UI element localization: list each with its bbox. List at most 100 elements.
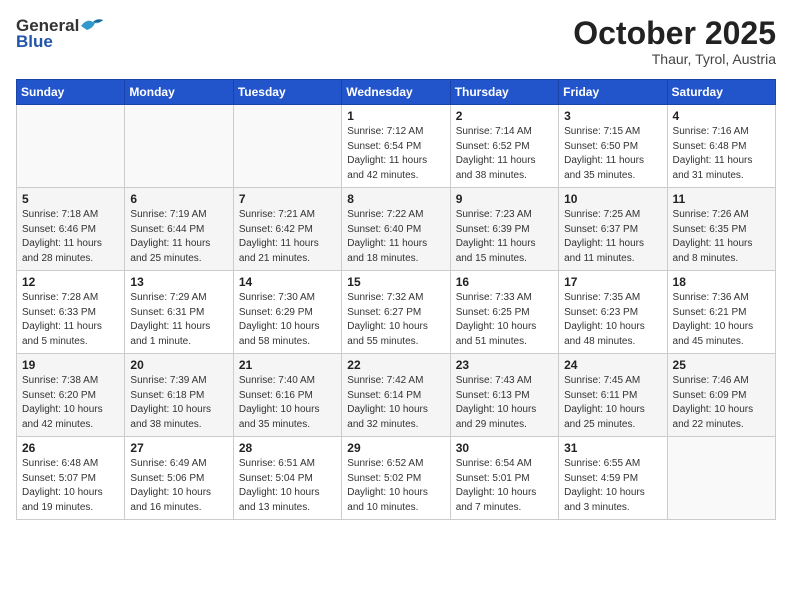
day-cell-1-1: 6 Sunrise: 7:19 AM Sunset: 6:44 PM Daylig… (125, 188, 233, 271)
week-row-1: 1 Sunrise: 7:12 AM Sunset: 6:54 PM Daylig… (17, 105, 776, 188)
day-cell-0-2 (233, 105, 341, 188)
day-info: Sunrise: 7:12 AM Sunset: 6:54 PM Dayligh… (347, 125, 444, 183)
day-number: 3 (564, 109, 661, 123)
day-info: Sunrise: 7:46 AM Sunset: 6:09 PM Dayligh… (673, 374, 770, 432)
day-info: Sunrise: 7:28 AM Sunset: 6:33 PM Dayligh… (22, 291, 119, 349)
day-number: 30 (456, 441, 553, 455)
day-cell-4-3: 29 Sunrise: 6:52 AM Sunset: 5:02 PM Dayli… (342, 437, 450, 520)
day-info: Sunrise: 6:49 AM Sunset: 5:06 PM Dayligh… (130, 457, 227, 515)
day-number: 13 (130, 275, 227, 289)
day-cell-3-0: 19Sunrise: 7:38 AM Sunset: 6:20 PM Dayli… (17, 354, 125, 437)
day-info: Sunrise: 7:33 AM Sunset: 6:25 PM Dayligh… (456, 291, 553, 349)
day-number: 18 (673, 275, 770, 289)
weekday-header-row: Sunday Monday Tuesday Wednesday Thursday… (17, 80, 776, 105)
day-cell-4-0: 26 Sunrise: 6:48 AM Sunset: 5:07 PM Dayli… (17, 437, 125, 520)
day-info: Sunrise: 7:32 AM Sunset: 6:27 PM Dayligh… (347, 291, 444, 349)
day-cell-0-4: 2 Sunrise: 7:14 AM Sunset: 6:52 PM Daylig… (450, 105, 558, 188)
week-row-5: 26 Sunrise: 6:48 AM Sunset: 5:07 PM Dayli… (17, 437, 776, 520)
day-info: Sunrise: 7:39 AM Sunset: 6:18 PM Dayligh… (130, 374, 227, 432)
day-number: 2 (456, 109, 553, 123)
day-info: Sunrise: 7:26 AM Sunset: 6:35 PM Dayligh… (673, 208, 770, 266)
day-info: Sunrise: 7:18 AM Sunset: 6:46 PM Dayligh… (22, 208, 119, 266)
day-number: 24 (564, 358, 661, 372)
title-area: October 2025 Thaur, Tyrol, Austria (573, 16, 776, 67)
day-number: 12 (22, 275, 119, 289)
header-saturday: Saturday (667, 80, 775, 105)
day-info: Sunrise: 7:45 AM Sunset: 6:11 PM Dayligh… (564, 374, 661, 432)
day-cell-0-3: 1 Sunrise: 7:12 AM Sunset: 6:54 PM Daylig… (342, 105, 450, 188)
day-number: 31 (564, 441, 661, 455)
day-cell-4-6 (667, 437, 775, 520)
day-number: 6 (130, 192, 227, 206)
day-info: Sunrise: 6:51 AM Sunset: 5:04 PM Dayligh… (239, 457, 336, 515)
day-info: Sunrise: 7:23 AM Sunset: 6:39 PM Dayligh… (456, 208, 553, 266)
day-info: Sunrise: 7:29 AM Sunset: 6:31 PM Dayligh… (130, 291, 227, 349)
day-info: Sunrise: 7:35 AM Sunset: 6:23 PM Dayligh… (564, 291, 661, 349)
day-cell-1-2: 7 Sunrise: 7:21 AM Sunset: 6:42 PM Daylig… (233, 188, 341, 271)
day-cell-3-2: 21 Sunrise: 7:40 AM Sunset: 6:16 PM Dayli… (233, 354, 341, 437)
day-cell-1-3: 8Sunrise: 7:22 AM Sunset: 6:40 PM Daylig… (342, 188, 450, 271)
day-cell-2-0: 12 Sunrise: 7:28 AM Sunset: 6:33 PM Dayli… (17, 271, 125, 354)
header-wednesday: Wednesday (342, 80, 450, 105)
calendar-table: Sunday Monday Tuesday Wednesday Thursday… (16, 79, 776, 520)
day-info: Sunrise: 7:36 AM Sunset: 6:21 PM Dayligh… (673, 291, 770, 349)
day-number: 1 (347, 109, 444, 123)
day-number: 27 (130, 441, 227, 455)
day-info: Sunrise: 7:19 AM Sunset: 6:44 PM Dayligh… (130, 208, 227, 266)
month-title: October 2025 (573, 16, 776, 51)
day-info: Sunrise: 7:30 AM Sunset: 6:29 PM Dayligh… (239, 291, 336, 349)
day-info: Sunrise: 7:42 AM Sunset: 6:14 PM Dayligh… (347, 374, 444, 432)
week-row-4: 19Sunrise: 7:38 AM Sunset: 6:20 PM Dayli… (17, 354, 776, 437)
day-number: 22 (347, 358, 444, 372)
day-info: Sunrise: 7:21 AM Sunset: 6:42 PM Dayligh… (239, 208, 336, 266)
day-number: 26 (22, 441, 119, 455)
day-info: Sunrise: 7:16 AM Sunset: 6:48 PM Dayligh… (673, 125, 770, 183)
day-number: 7 (239, 192, 336, 206)
day-info: Sunrise: 6:54 AM Sunset: 5:01 PM Dayligh… (456, 457, 553, 515)
header-thursday: Thursday (450, 80, 558, 105)
day-info: Sunrise: 7:38 AM Sunset: 6:20 PM Dayligh… (22, 374, 119, 432)
day-cell-1-5: 10 Sunrise: 7:25 AM Sunset: 6:37 PM Dayli… (559, 188, 667, 271)
day-number: 29 (347, 441, 444, 455)
day-number: 21 (239, 358, 336, 372)
day-cell-3-1: 20 Sunrise: 7:39 AM Sunset: 6:18 PM Dayli… (125, 354, 233, 437)
day-info: Sunrise: 7:40 AM Sunset: 6:16 PM Dayligh… (239, 374, 336, 432)
day-cell-0-6: 4 Sunrise: 7:16 AM Sunset: 6:48 PM Daylig… (667, 105, 775, 188)
day-cell-0-5: 3Sunrise: 7:15 AM Sunset: 6:50 PM Daylig… (559, 105, 667, 188)
day-number: 11 (673, 192, 770, 206)
day-cell-2-4: 16 Sunrise: 7:33 AM Sunset: 6:25 PM Dayli… (450, 271, 558, 354)
day-number: 14 (239, 275, 336, 289)
logo: General Blue (16, 16, 105, 52)
day-number: 8 (347, 192, 444, 206)
day-info: Sunrise: 6:48 AM Sunset: 5:07 PM Dayligh… (22, 457, 119, 515)
day-number: 15 (347, 275, 444, 289)
week-row-2: 5Sunrise: 7:18 AM Sunset: 6:46 PM Daylig… (17, 188, 776, 271)
day-number: 25 (673, 358, 770, 372)
location: Thaur, Tyrol, Austria (573, 51, 776, 67)
day-number: 16 (456, 275, 553, 289)
day-cell-1-4: 9Sunrise: 7:23 AM Sunset: 6:39 PM Daylig… (450, 188, 558, 271)
day-cell-1-6: 11 Sunrise: 7:26 AM Sunset: 6:35 PM Dayli… (667, 188, 775, 271)
day-info: Sunrise: 7:14 AM Sunset: 6:52 PM Dayligh… (456, 125, 553, 183)
day-number: 20 (130, 358, 227, 372)
day-number: 10 (564, 192, 661, 206)
day-cell-4-5: 31 Sunrise: 6:55 AM Sunset: 4:59 PM Dayli… (559, 437, 667, 520)
day-info: Sunrise: 6:52 AM Sunset: 5:02 PM Dayligh… (347, 457, 444, 515)
day-cell-2-1: 13 Sunrise: 7:29 AM Sunset: 6:31 PM Dayli… (125, 271, 233, 354)
day-number: 4 (673, 109, 770, 123)
day-info: Sunrise: 7:25 AM Sunset: 6:37 PM Dayligh… (564, 208, 661, 266)
day-number: 17 (564, 275, 661, 289)
day-cell-2-6: 18 Sunrise: 7:36 AM Sunset: 6:21 PM Dayli… (667, 271, 775, 354)
header-sunday: Sunday (17, 80, 125, 105)
day-info: Sunrise: 6:55 AM Sunset: 4:59 PM Dayligh… (564, 457, 661, 515)
page-header: General Blue October 2025 Thaur, Tyrol, … (16, 16, 776, 67)
day-cell-0-1 (125, 105, 233, 188)
day-info: Sunrise: 7:43 AM Sunset: 6:13 PM Dayligh… (456, 374, 553, 432)
header-tuesday: Tuesday (233, 80, 341, 105)
day-cell-3-3: 22 Sunrise: 7:42 AM Sunset: 6:14 PM Dayli… (342, 354, 450, 437)
header-monday: Monday (125, 80, 233, 105)
day-cell-2-2: 14 Sunrise: 7:30 AM Sunset: 6:29 PM Dayli… (233, 271, 341, 354)
header-friday: Friday (559, 80, 667, 105)
day-cell-0-0 (17, 105, 125, 188)
day-cell-2-3: 15 Sunrise: 7:32 AM Sunset: 6:27 PM Dayli… (342, 271, 450, 354)
